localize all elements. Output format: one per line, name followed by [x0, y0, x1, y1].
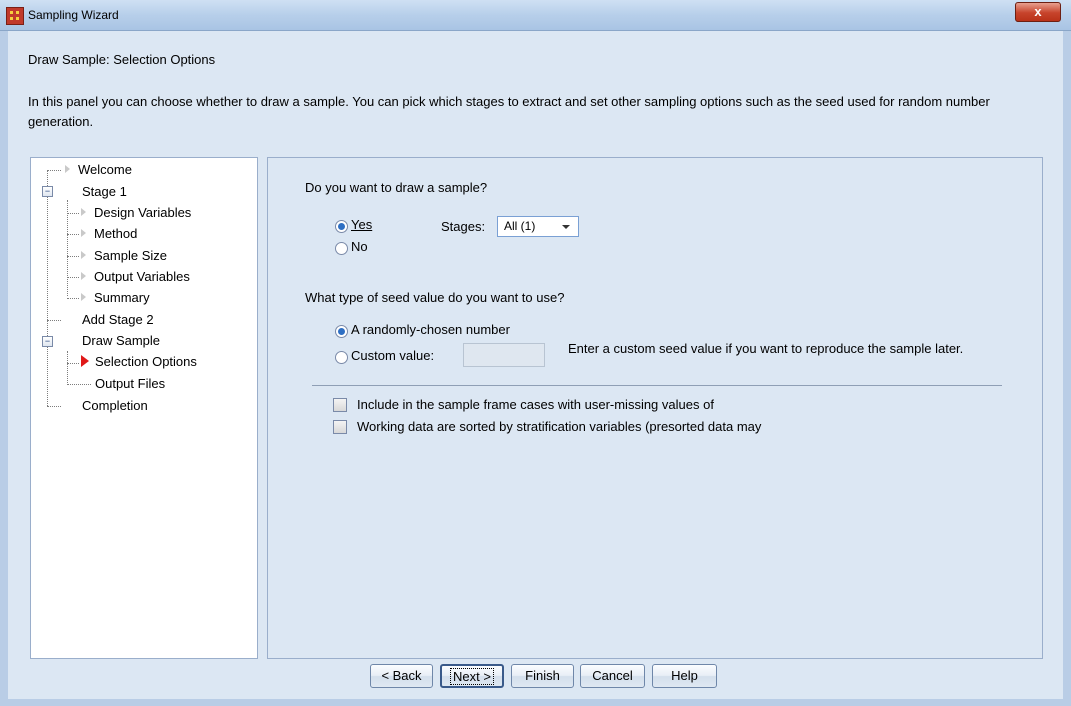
panel-description: In this panel you can choose whether to … — [28, 94, 990, 129]
tree-connector — [47, 170, 48, 406]
custom-seed-input[interactable] — [463, 343, 545, 367]
yes-radio-label[interactable]: Yes — [351, 217, 372, 232]
window-border-right — [1063, 31, 1071, 706]
draw-sample-question: Do you want to draw a sample? — [305, 180, 488, 195]
tree-connector — [47, 406, 61, 407]
tree-connector — [67, 298, 79, 299]
tree-connector — [47, 320, 61, 321]
options-separator — [312, 385, 1002, 386]
tree-arrow-icon — [81, 293, 86, 301]
tree-connector — [47, 170, 61, 171]
close-window-button[interactable]: x — [1015, 2, 1061, 22]
include-user-missing-checkbox[interactable] — [333, 398, 347, 412]
tree-arrow-icon — [81, 229, 86, 237]
tree-connector — [67, 256, 79, 257]
collapse-draw-sample-icon[interactable]: − — [42, 336, 53, 347]
tree-item-completion[interactable]: Completion — [82, 398, 148, 413]
random-seed-radio[interactable] — [335, 325, 348, 338]
tree-item-output-variables[interactable]: Output Variables — [81, 269, 190, 284]
tree-item-draw-sample[interactable]: Draw Sample — [82, 333, 160, 348]
stages-dropdown-value: All (1) — [504, 219, 536, 233]
stages-label: Stages: — [441, 219, 486, 234]
panel-title: Draw Sample: Selection Options — [28, 52, 216, 67]
custom-seed-radio-label[interactable]: Custom value: — [351, 348, 434, 363]
window-border-left — [0, 31, 8, 706]
finish-button[interactable]: Finish — [511, 664, 574, 688]
tree-arrow-icon — [81, 251, 86, 259]
custom-seed-radio[interactable] — [335, 351, 348, 364]
tree-arrow-icon — [81, 208, 86, 216]
random-seed-radio-label[interactable]: A randomly-chosen number — [351, 322, 510, 337]
tree-item-design-variables[interactable]: Design Variables — [81, 205, 191, 220]
title-bar[interactable]: Sampling Wizard x — [0, 0, 1071, 31]
tree-item-sample-size[interactable]: Sample Size — [81, 248, 167, 263]
tree-item-add-stage-2[interactable]: Add Stage 2 — [82, 312, 154, 327]
tree-connector — [67, 234, 79, 235]
include-user-missing-label[interactable]: Include in the sample frame cases with u… — [357, 397, 714, 412]
tree-item-selection-options[interactable]: Selection Options — [81, 354, 197, 369]
tree-connector — [67, 200, 68, 296]
tree-arrow-icon — [81, 272, 86, 280]
cancel-button[interactable]: Cancel — [580, 664, 645, 688]
window-border-bottom — [0, 699, 1071, 706]
tree-item-stage-1[interactable]: Stage 1 — [82, 184, 127, 199]
yes-radio[interactable] — [335, 220, 348, 233]
tree-connector — [67, 384, 91, 385]
current-step-arrow-icon — [81, 355, 89, 367]
tree-item-summary[interactable]: Summary — [81, 290, 150, 305]
wizard-step-tree[interactable]: − − Welcome Stage 1 Design Variables Met… — [30, 157, 258, 659]
no-radio-label[interactable]: No — [351, 239, 368, 254]
tree-connector — [67, 351, 68, 383]
presorted-data-label[interactable]: Working data are sorted by stratificatio… — [357, 419, 761, 434]
tree-item-output-files[interactable]: Output Files — [95, 376, 165, 391]
tree-arrow-icon — [65, 165, 70, 173]
chevron-down-icon — [562, 225, 570, 229]
window-title: Sampling Wizard — [28, 8, 119, 22]
stages-dropdown[interactable]: All (1) — [497, 216, 579, 237]
tree-connector — [67, 363, 79, 364]
seed-type-question: What type of seed value do you want to u… — [305, 290, 565, 305]
back-button[interactable]: < Back — [370, 664, 433, 688]
next-button-label: Next > — [450, 668, 494, 685]
tree-item-method[interactable]: Method — [81, 226, 137, 241]
help-button[interactable]: Help — [652, 664, 717, 688]
close-icon: x — [1034, 4, 1042, 19]
no-radio[interactable] — [335, 242, 348, 255]
tree-connector — [67, 277, 79, 278]
sampling-wizard-app-icon — [6, 7, 24, 25]
next-button[interactable]: Next > — [440, 664, 504, 688]
tree-connector — [67, 213, 79, 214]
collapse-stage-1-icon[interactable]: − — [42, 186, 53, 197]
tree-item-welcome[interactable]: Welcome — [65, 162, 132, 177]
custom-seed-hint: Enter a custom seed value if you want to… — [568, 341, 964, 356]
presorted-data-checkbox[interactable] — [333, 420, 347, 434]
